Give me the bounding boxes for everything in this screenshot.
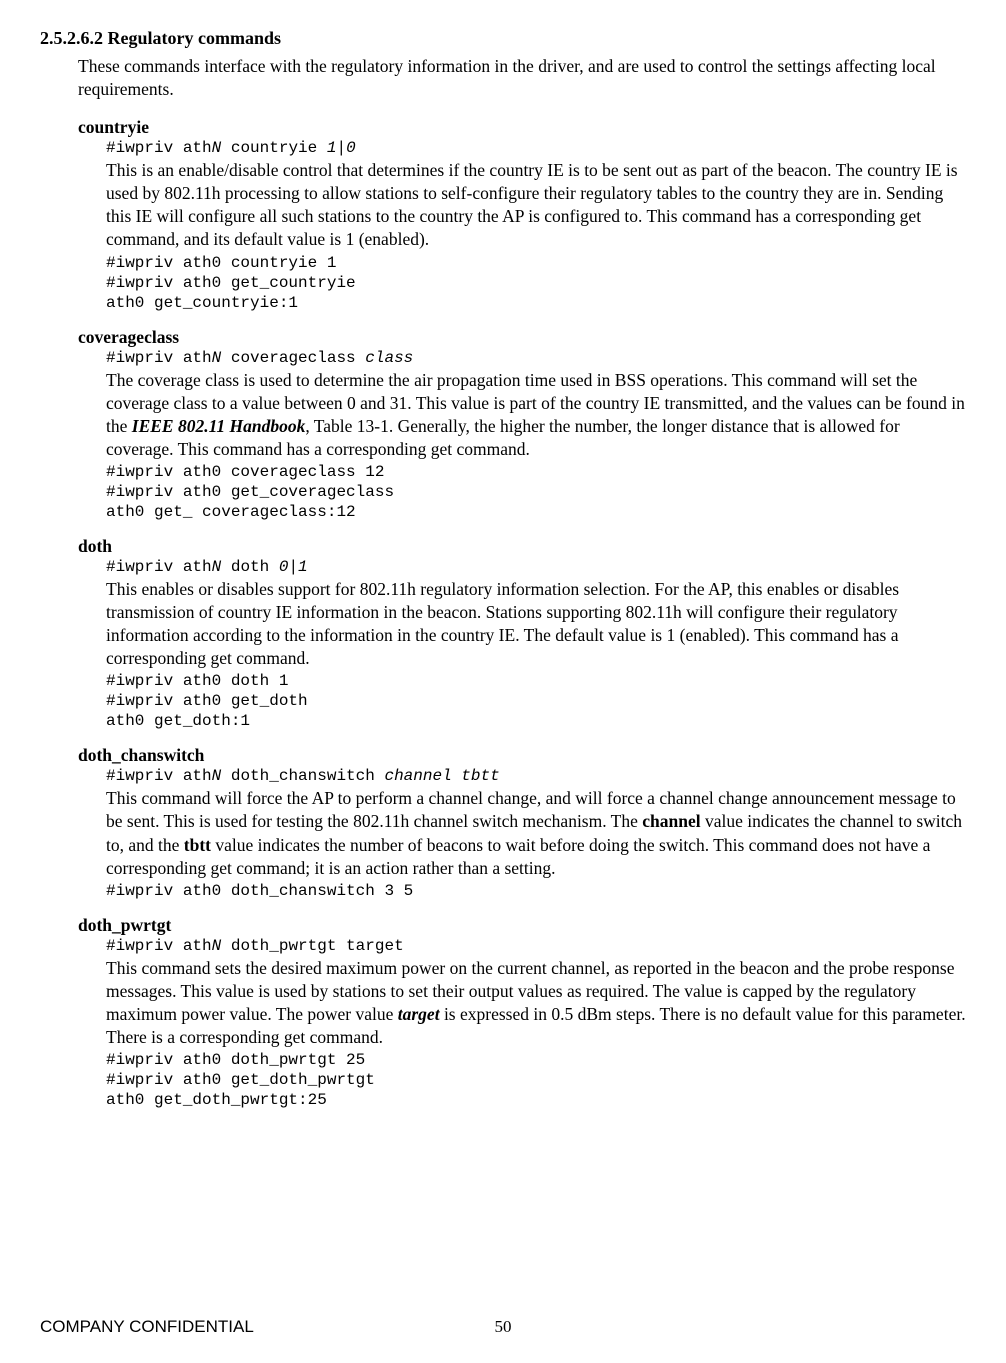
command-name: countryie [78,117,966,138]
syntax-var-n: N [212,767,222,785]
syntax-text: #iwpriv ath [106,139,212,157]
command-syntax: #iwpriv athN doth_chanswitch channel tbt… [106,766,966,786]
command-body: #iwpriv athN doth_pwrtgt target This com… [106,936,966,1110]
syntax-text: doth [221,558,279,576]
command-example: #iwpriv ath0 doth 1 #iwpriv ath0 get_dot… [106,671,966,731]
command-name: doth_pwrtgt [78,915,966,936]
command-name: doth [78,536,966,557]
command-description: This is an enable/disable control that d… [106,159,966,251]
syntax-var-n: N [212,349,222,367]
syntax-text: #iwpriv ath [106,937,212,955]
command-syntax: #iwpriv athN countryie 1|0 [106,138,966,158]
footer-page-number: 50 [0,1317,1006,1337]
syntax-text: countryie [221,139,327,157]
syntax-text: doth_pwrtgt target [221,937,403,955]
syntax-text: #iwpriv ath [106,767,212,785]
desc-text: value indicates the number of beacons to… [106,835,930,878]
syntax-text: #iwpriv ath [106,558,212,576]
command-syntax: #iwpriv athN coverageclass class [106,348,966,368]
command-example: #iwpriv ath0 coverageclass 12 #iwpriv at… [106,462,966,522]
command-example: #iwpriv ath0 countryie 1 #iwpriv ath0 ge… [106,253,966,313]
section-title: 2.5.2.6.2 Regulatory commands [40,28,966,49]
command-syntax: #iwpriv athN doth 0|1 [106,557,966,577]
desc-bold: channel [642,811,700,831]
syntax-text: doth_chanswitch [221,767,384,785]
desc-emphasis: IEEE 802.11 Handbook [132,416,306,436]
command-doth-pwrtgt: doth_pwrtgt #iwpriv athN doth_pwrtgt tar… [78,915,966,1110]
command-doth: doth #iwpriv athN doth 0|1 This enables … [78,536,966,731]
command-description: This command sets the desired maximum po… [106,957,966,1049]
command-description: This command will force the AP to perfor… [106,787,966,879]
command-doth-chanswitch: doth_chanswitch #iwpriv athN doth_chansw… [78,745,966,900]
command-description: The coverage class is used to determine … [106,369,966,461]
syntax-args: 1|0 [327,139,356,157]
syntax-var-n: N [212,937,222,955]
command-description: This enables or disables support for 802… [106,578,966,670]
syntax-text: coverageclass [221,349,365,367]
syntax-var-n: N [212,558,222,576]
desc-emphasis: target [398,1004,440,1024]
command-body: #iwpriv athN doth_chanswitch channel tbt… [106,766,966,900]
command-name: doth_chanswitch [78,745,966,766]
command-example: #iwpriv ath0 doth_pwrtgt 25 #iwpriv ath0… [106,1050,966,1110]
syntax-args: class [365,349,413,367]
syntax-var-n: N [212,139,222,157]
command-countryie: countryie #iwpriv athN countryie 1|0 Thi… [78,117,966,312]
syntax-args: 0|1 [279,558,308,576]
syntax-text: #iwpriv ath [106,349,212,367]
command-body: #iwpriv athN doth 0|1 This enables or di… [106,557,966,731]
desc-bold: tbtt [184,835,211,855]
command-name: coverageclass [78,327,966,348]
command-body: #iwpriv athN coverageclass class The cov… [106,348,966,522]
command-body: #iwpriv athN countryie 1|0 This is an en… [106,138,966,312]
section-intro: These commands interface with the regula… [78,55,966,101]
command-coverageclass: coverageclass #iwpriv athN coverageclass… [78,327,966,522]
command-syntax: #iwpriv athN doth_pwrtgt target [106,936,966,956]
syntax-args: channel tbtt [384,767,499,785]
command-example: #iwpriv ath0 doth_chanswitch 3 5 [106,881,966,901]
